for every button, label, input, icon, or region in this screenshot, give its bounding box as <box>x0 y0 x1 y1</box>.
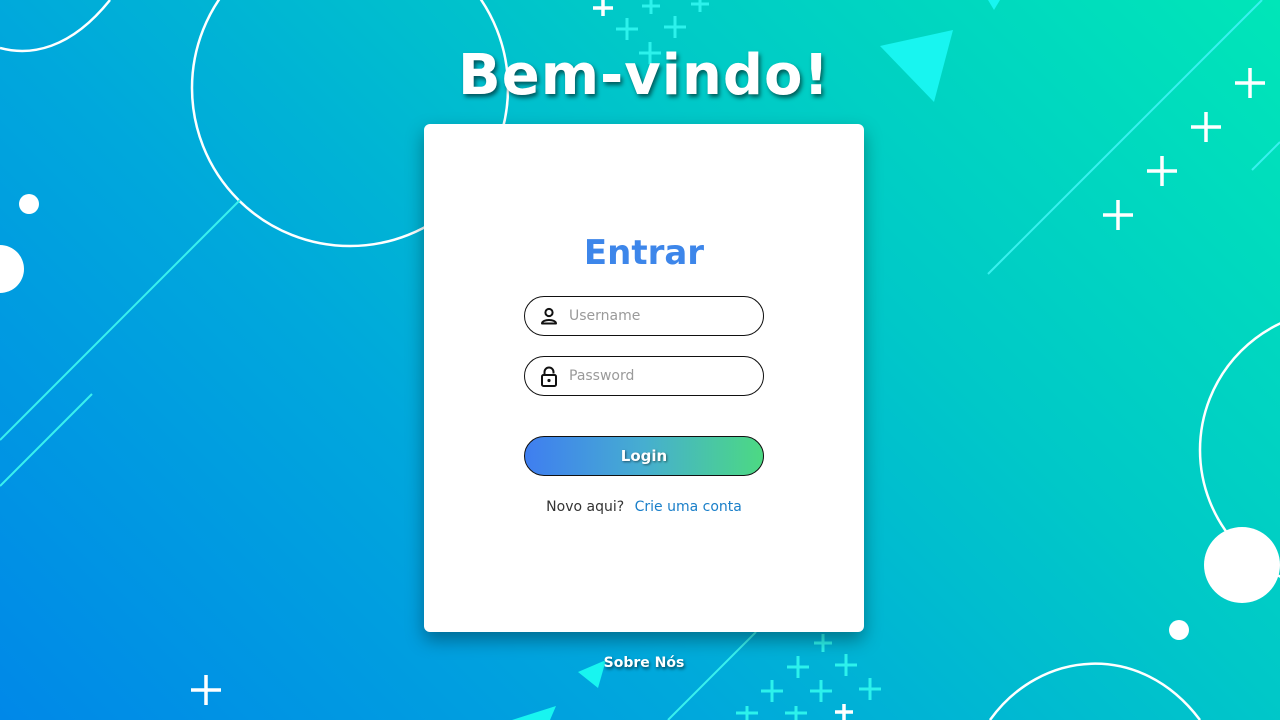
login-heading: Entrar <box>583 233 705 273</box>
username-input[interactable] <box>569 303 749 329</box>
password-input[interactable] <box>569 363 749 389</box>
about-link[interactable]: Sobre Nós <box>0 652 1280 674</box>
decor-dot-large <box>1204 527 1280 603</box>
user-icon <box>539 306 559 326</box>
page-title: Bem-vindo! <box>458 43 830 108</box>
signup-row: Novo aqui? Crie uma conta <box>424 497 864 517</box>
signup-prompt: Novo aqui? <box>546 499 625 515</box>
lock-icon <box>539 366 559 387</box>
password-field[interactable] <box>524 356 764 396</box>
username-field[interactable] <box>524 296 764 336</box>
decor-triangle <box>512 706 556 720</box>
decor-line <box>1251 141 1280 171</box>
decor-dot <box>19 194 39 214</box>
decor-dot <box>1169 620 1189 640</box>
decor-line <box>0 393 93 487</box>
signup-link[interactable]: Crie uma conta <box>635 499 742 515</box>
login-button[interactable]: Login <box>524 436 764 476</box>
decor-triangle <box>988 0 1000 10</box>
decor-line <box>667 631 757 720</box>
